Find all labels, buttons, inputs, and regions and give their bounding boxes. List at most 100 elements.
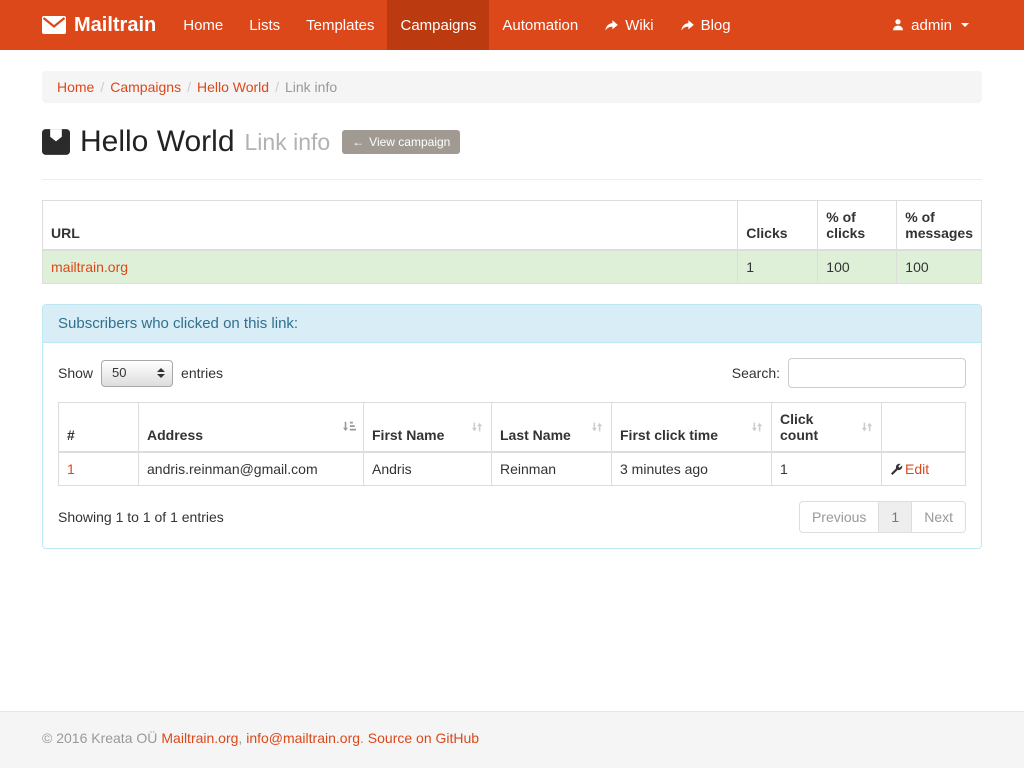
panel-heading: Subscribers who clicked on this link: xyxy=(43,305,981,343)
links-table: URL Clicks % of clicks % of messages mai… xyxy=(42,200,982,284)
brand-label: Mailtrain xyxy=(74,14,156,37)
row-index-link[interactable]: 1 xyxy=(67,461,75,477)
links-col-pct-messages: % of messages xyxy=(897,201,982,251)
sort-both-icon xyxy=(750,420,764,434)
col-address[interactable]: Address xyxy=(139,403,364,453)
page-length-control: Show 50 entries xyxy=(58,360,223,387)
nav-blog-label: Blog xyxy=(701,17,731,34)
page-title: Hello World xyxy=(42,125,235,159)
nav-automation-label: Automation xyxy=(502,17,578,34)
first-name-value: Andris xyxy=(364,452,492,486)
user-label: admin xyxy=(911,17,952,34)
chevron-down-icon xyxy=(961,23,969,27)
nav-templates-label: Templates xyxy=(306,17,374,34)
view-campaign-label: View campaign xyxy=(369,135,450,149)
brand-link[interactable]: Mailtrain xyxy=(42,0,170,50)
entries-summary: Showing 1 to 1 of 1 entries xyxy=(58,509,224,525)
nav-wiki[interactable]: Wiki xyxy=(591,0,666,50)
breadcrumb-hello-world[interactable]: Hello World xyxy=(197,79,269,95)
sort-both-icon xyxy=(860,420,874,434)
col-address-label: Address xyxy=(147,427,203,443)
col-first-name[interactable]: First Name xyxy=(364,403,492,453)
nav-campaigns[interactable]: Campaigns xyxy=(387,0,489,50)
user-menu[interactable]: admin xyxy=(878,0,982,50)
edit-link[interactable]: Edit xyxy=(905,461,929,477)
site-footer: © 2016 Kreata OÜMailtrain.org, info@mail… xyxy=(0,711,1024,768)
pagination: Previous 1 Next xyxy=(799,501,966,533)
current-page-button[interactable]: 1 xyxy=(878,501,912,533)
links-col-pct-clicks: % of clicks xyxy=(818,201,897,251)
breadcrumb-separator: / xyxy=(100,79,104,95)
inbox-icon xyxy=(42,129,70,155)
col-first-click-time-label: First click time xyxy=(620,427,718,443)
col-click-count[interactable]: Click count xyxy=(772,403,882,453)
click-count-value: 1 xyxy=(772,452,882,486)
envelope-icon xyxy=(42,16,66,34)
sort-both-icon xyxy=(470,420,484,434)
wrench-icon xyxy=(890,463,903,476)
search-label: Search: xyxy=(732,365,780,381)
nav-blog[interactable]: Blog xyxy=(667,0,744,50)
clicks-value: 1 xyxy=(738,250,818,284)
col-click-count-label: Click count xyxy=(780,411,818,443)
main-nav: Home Lists Templates Campaigns Automatio… xyxy=(170,0,743,50)
col-first-name-label: First Name xyxy=(372,427,444,443)
pct-clicks-value: 100 xyxy=(818,250,897,284)
last-name-value: Reinman xyxy=(492,452,612,486)
footer-link-mailtrain[interactable]: Mailtrain.org xyxy=(161,730,238,746)
page-title-text: Hello World xyxy=(80,125,235,159)
select-arrows-icon xyxy=(157,368,165,378)
page-header: Hello World Link info ← View campaign xyxy=(42,125,982,159)
address-value: andris.reinman@gmail.com xyxy=(139,452,364,486)
page-size-select[interactable]: 50 xyxy=(101,360,173,387)
subscribers-table: # Address First Name xyxy=(58,402,966,486)
url-link[interactable]: mailtrain.org xyxy=(51,259,128,275)
copyright-text: © 2016 Kreata OÜ xyxy=(42,730,157,746)
footer-separator: . xyxy=(360,730,368,746)
breadcrumb: Home / Campaigns / Hello World / Link info xyxy=(42,71,982,103)
footer-link-email[interactable]: info@mailtrain.org xyxy=(246,730,360,746)
breadcrumb-campaigns[interactable]: Campaigns xyxy=(110,79,181,95)
subscribers-panel: Subscribers who clicked on this link: Sh… xyxy=(42,304,982,549)
first-click-time-value: 3 minutes ago xyxy=(612,452,772,486)
breadcrumb-separator: / xyxy=(187,79,191,95)
user-icon xyxy=(891,18,905,32)
page-subtitle: Link info xyxy=(245,129,331,156)
nav-home[interactable]: Home xyxy=(170,0,236,50)
sort-both-icon xyxy=(590,420,604,434)
breadcrumb-current: Link info xyxy=(285,79,337,95)
divider xyxy=(42,179,982,180)
col-last-name-label: Last Name xyxy=(500,427,571,443)
breadcrumb-home[interactable]: Home xyxy=(57,79,94,95)
show-label: Show xyxy=(58,365,93,381)
nav-lists[interactable]: Lists xyxy=(236,0,293,50)
links-col-clicks: Clicks xyxy=(738,201,818,251)
navbar: Mailtrain Home Lists Templates Campaigns… xyxy=(0,0,1024,50)
table-row: mailtrain.org 1 100 100 xyxy=(43,250,982,284)
view-campaign-button[interactable]: ← View campaign xyxy=(342,130,460,154)
col-first-click-time[interactable]: First click time xyxy=(612,403,772,453)
sort-asc-icon xyxy=(342,420,356,434)
col-actions xyxy=(882,403,966,453)
share-icon xyxy=(680,18,695,32)
nav-campaigns-label: Campaigns xyxy=(400,17,476,34)
table-row: 1 andris.reinman@gmail.com Andris Reinma… xyxy=(59,452,966,486)
entries-label: entries xyxy=(181,365,223,381)
nav-automation[interactable]: Automation xyxy=(489,0,591,50)
col-index: # xyxy=(59,403,139,453)
col-last-name[interactable]: Last Name xyxy=(492,403,612,453)
nav-lists-label: Lists xyxy=(249,17,280,34)
next-page-button[interactable]: Next xyxy=(911,501,966,533)
breadcrumb-separator: / xyxy=(275,79,279,95)
links-col-url: URL xyxy=(43,201,738,251)
pct-messages-value: 100 xyxy=(897,250,982,284)
nav-home-label: Home xyxy=(183,17,223,34)
nav-templates[interactable]: Templates xyxy=(293,0,387,50)
left-arrow-icon: ← xyxy=(352,136,364,148)
previous-page-button[interactable]: Previous xyxy=(799,501,879,533)
footer-link-github[interactable]: Source on GitHub xyxy=(368,730,479,746)
page-size-value: 50 xyxy=(112,365,126,380)
share-icon xyxy=(604,18,619,32)
search-input[interactable] xyxy=(788,358,966,388)
nav-wiki-label: Wiki xyxy=(625,17,653,34)
